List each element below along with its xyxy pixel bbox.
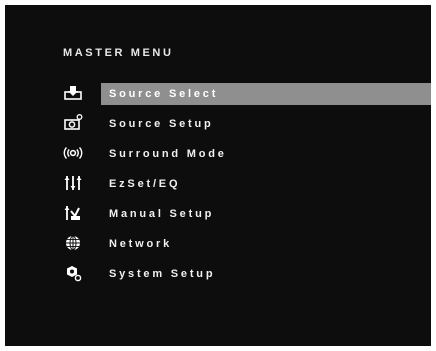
master-menu-screen: MASTER MENU Source Select Source Setup S… [5,5,431,346]
menu-item-label: Network [109,238,172,250]
menu-item-label: Source Setup [109,118,214,130]
menu-item-label: System Setup [109,268,216,280]
menu-item-network[interactable]: Network [5,233,431,263]
menu-item-system-setup[interactable]: System Setup [5,263,431,293]
menu-item-ezset-eq[interactable]: EzSet/EQ [5,173,431,203]
menu-item-label: Source Select [101,83,431,105]
menu-item-label: Surround Mode [109,148,227,160]
menu-item-source-setup[interactable]: Source Setup [5,113,431,143]
menu-title: MASTER MENU [63,47,174,59]
manual-setup-icon [62,203,84,223]
network-globe-icon [62,233,84,253]
menu-item-label: Manual Setup [109,208,215,220]
source-select-icon [62,83,84,103]
eq-icon [62,173,84,193]
menu-item-source-select[interactable]: Source Select [5,83,431,113]
system-setup-icon [62,263,84,283]
master-menu-list: Source Select Source Setup Surround Mode… [5,83,431,293]
menu-item-label: EzSet/EQ [109,178,181,190]
source-setup-icon [62,113,84,133]
menu-item-surround-mode[interactable]: Surround Mode [5,143,431,173]
menu-item-manual-setup[interactable]: Manual Setup [5,203,431,233]
surround-mode-icon [62,143,84,163]
